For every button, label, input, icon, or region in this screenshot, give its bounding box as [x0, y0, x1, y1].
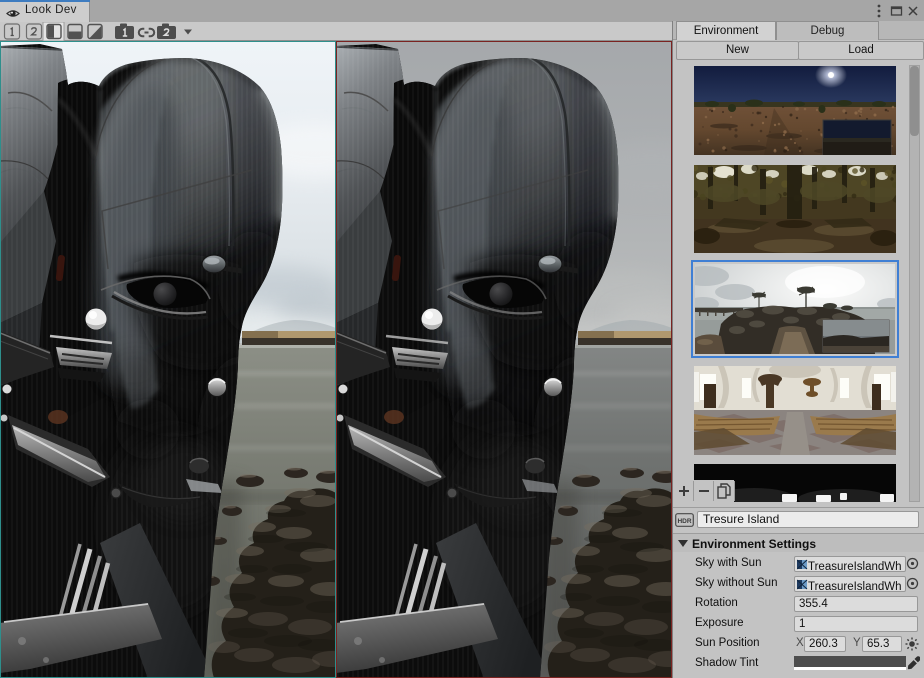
svg-text:HDR: HDR — [677, 518, 691, 525]
